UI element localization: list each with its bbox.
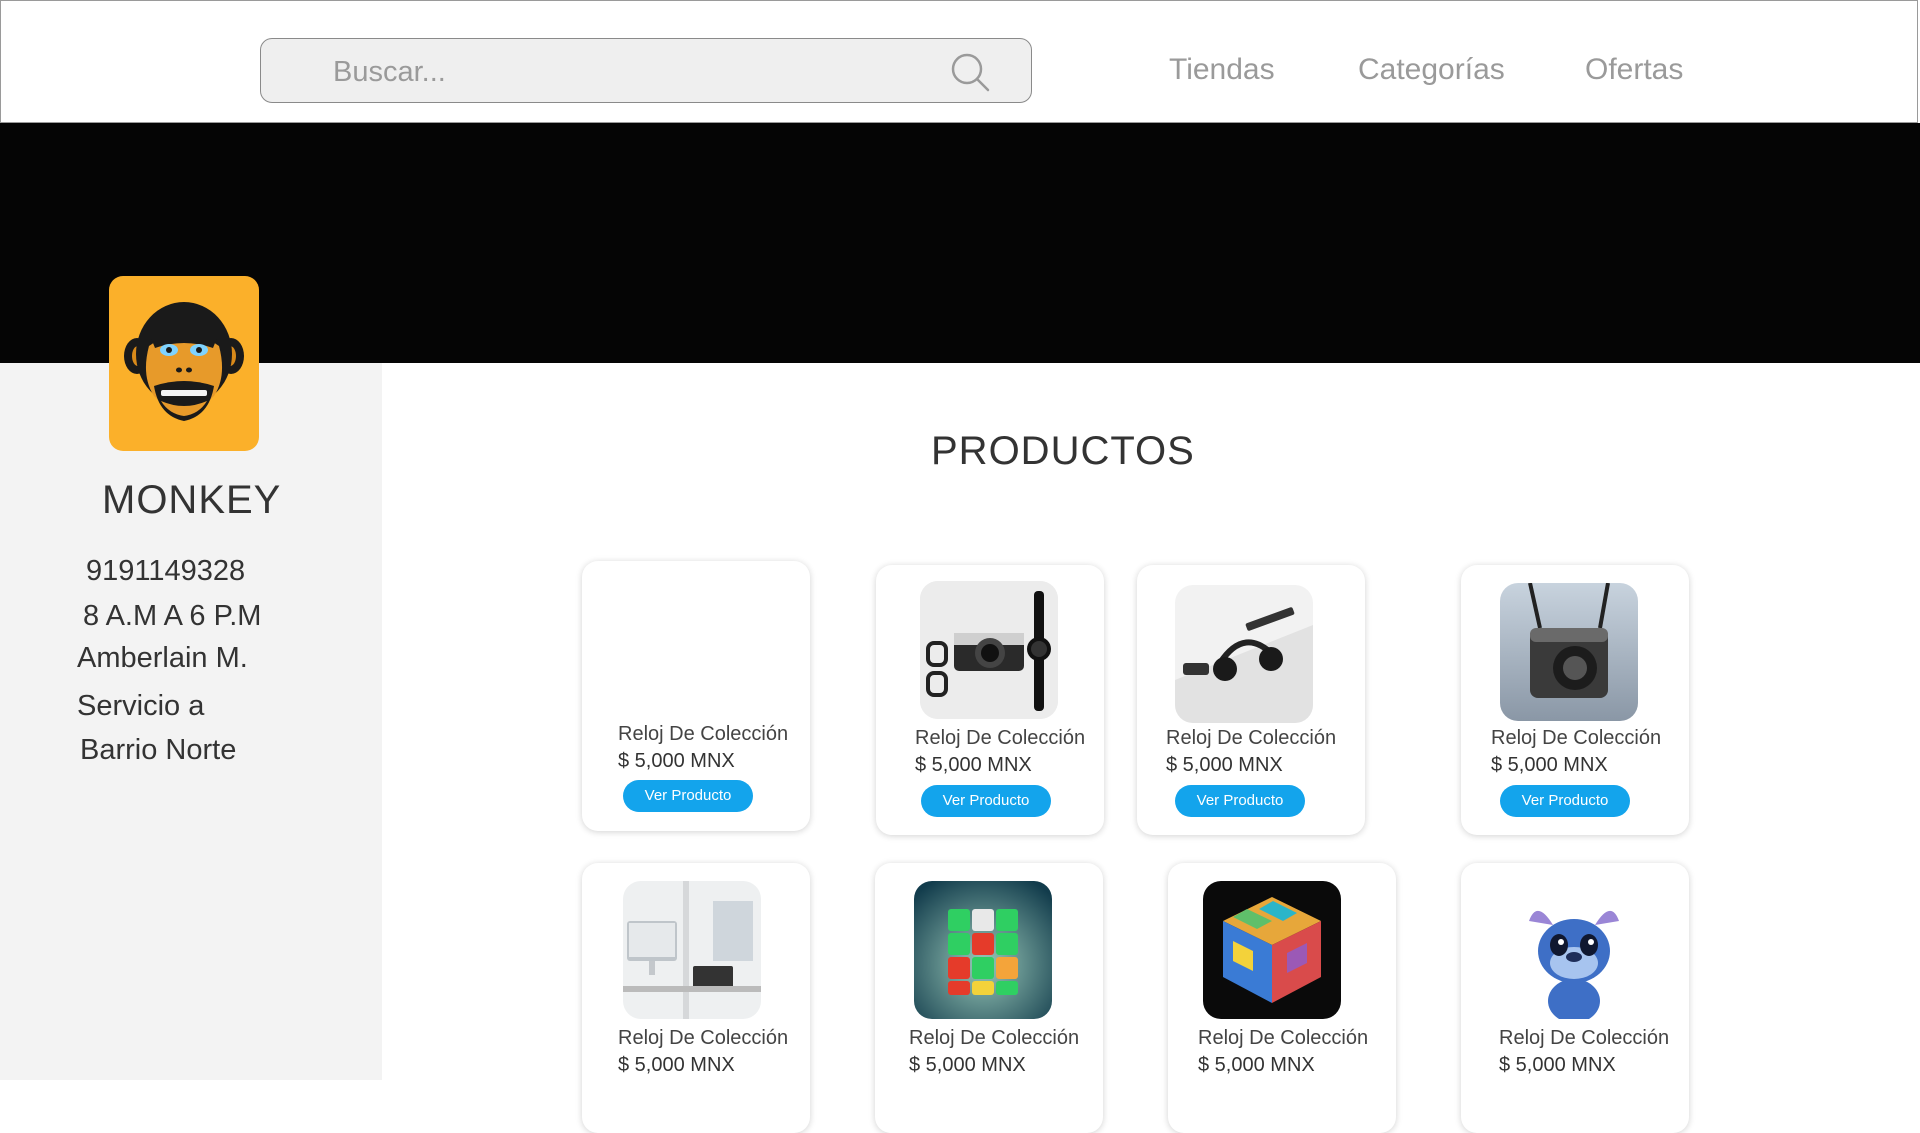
product-price: $ 5,000 MNX	[618, 750, 735, 772]
store-banner	[0, 123, 1920, 363]
product-card[interactable]: Reloj De Colección $ 5,000 MNX Ver Produ…	[876, 565, 1104, 835]
store-logo	[109, 276, 259, 451]
store-name: MONKEY	[102, 478, 282, 522]
product-price: $ 5,000 MNX	[1166, 754, 1283, 776]
store-phone: 9191149328	[86, 555, 246, 587]
product-image	[914, 881, 1052, 1019]
nav-categorias[interactable]: Categorías	[1358, 53, 1505, 87]
store-hours: 8 A.M A 6 P.M	[83, 600, 262, 632]
office-desk-icon	[623, 881, 761, 1019]
search-icon[interactable]	[949, 51, 991, 93]
products-title: PRODUCTOS	[931, 429, 1195, 473]
product-price: $ 5,000 MNX	[915, 754, 1032, 776]
product-card[interactable]: Reloj De Colección $ 5,000 MNX	[875, 863, 1103, 1133]
product-name: Reloj De Colección	[618, 723, 789, 745]
product-price: $ 5,000 MNX	[1198, 1054, 1315, 1076]
store-service-line1: Servicio a	[77, 690, 205, 722]
rubiks-cube-icon	[914, 881, 1052, 1019]
art-cube-icon	[1203, 881, 1341, 1019]
stitch-figure-icon	[1519, 881, 1629, 1019]
product-image	[1175, 585, 1313, 723]
product-price: $ 5,000 MNX	[618, 1054, 735, 1076]
product-name: Reloj De Colección	[915, 727, 1086, 749]
product-name: Reloj De Colección	[1198, 1027, 1369, 1049]
monkey-logo-icon	[124, 302, 244, 421]
view-product-button[interactable]: Ver Producto	[623, 780, 753, 812]
store-owner: Amberlain M.	[77, 642, 248, 674]
product-name: Reloj De Colección	[618, 1027, 789, 1049]
product-card[interactable]: Reloj De Colección $ 5,000 MNX	[1168, 863, 1396, 1133]
product-price: $ 5,000 MNX	[1499, 1054, 1616, 1076]
nav-ofertas[interactable]: Ofertas	[1585, 53, 1683, 87]
product-card[interactable]: Reloj De Colección $ 5,000 MNX	[582, 863, 810, 1133]
product-image	[1203, 881, 1341, 1019]
view-product-button[interactable]: Ver Producto	[1500, 785, 1630, 817]
store-service-line2: Barrio Norte	[80, 734, 237, 766]
product-price: $ 5,000 MNX	[1491, 754, 1608, 776]
product-card[interactable]: Reloj De Colección $ 5,000 MNX Ver Produ…	[1461, 565, 1689, 835]
search-input[interactable]	[331, 51, 895, 93]
product-image	[1500, 583, 1638, 721]
product-name: Reloj De Colección	[909, 1027, 1080, 1049]
camera-icon	[920, 581, 1058, 719]
view-product-button[interactable]: Ver Producto	[921, 785, 1051, 817]
product-card[interactable]: Reloj De Colección $ 5,000 MNX Ver Produ…	[582, 561, 810, 831]
instant-camera-icon	[1500, 583, 1638, 721]
product-image	[626, 577, 764, 715]
product-card[interactable]: Reloj De Colección $ 5,000 MNX	[1461, 863, 1689, 1133]
nav-tiendas[interactable]: Tiendas	[1169, 53, 1275, 87]
product-name: Reloj De Colección	[1499, 1027, 1670, 1049]
view-product-button[interactable]: Ver Producto	[1175, 785, 1305, 817]
product-name: Reloj De Colección	[1491, 727, 1662, 749]
top-header: Tiendas Categorías Ofertas	[0, 0, 1918, 123]
product-card[interactable]: Reloj De Colección $ 5,000 MNX Ver Produ…	[1137, 565, 1365, 835]
product-name: Reloj De Colección	[1166, 727, 1337, 749]
product-image	[1519, 881, 1629, 1019]
product-image	[920, 581, 1058, 719]
product-image	[623, 881, 761, 1019]
headphones-icon	[1175, 585, 1313, 723]
search-bar[interactable]	[260, 38, 1032, 103]
product-price: $ 5,000 MNX	[909, 1054, 1026, 1076]
